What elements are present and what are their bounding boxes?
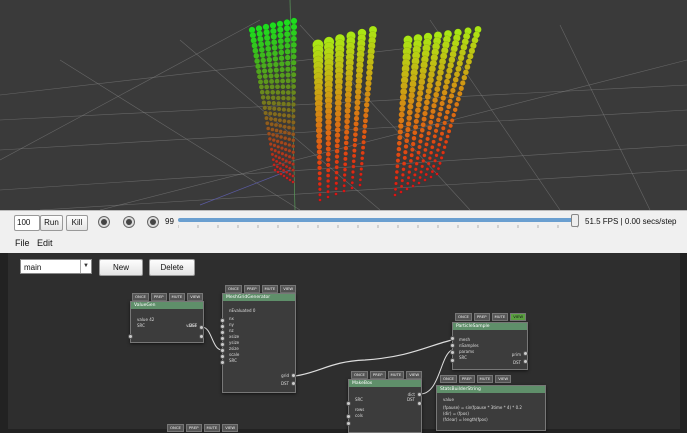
out-dst: DST	[188, 323, 197, 328]
in-value: value	[443, 397, 454, 402]
node3-flags: ONCE PREP MUTE VIEW	[351, 371, 423, 379]
flag-once[interactable]: ONCE	[455, 313, 472, 321]
flag-once[interactable]: ONCE	[167, 424, 184, 432]
flag-view[interactable]: VIEW	[280, 285, 297, 293]
port-in[interactable]	[220, 360, 225, 365]
flag-mute[interactable]: MUTE	[261, 285, 279, 293]
flag-once[interactable]: ONCE	[440, 375, 457, 383]
out-dst: DST	[406, 397, 415, 402]
port-in[interactable]	[220, 342, 225, 347]
port-in-nsamples[interactable]	[450, 343, 455, 348]
port-in-rows[interactable]	[346, 414, 351, 419]
port-in-params[interactable]	[450, 350, 455, 355]
node4-flags: ONCE PREP MUTE VIEW	[455, 313, 527, 321]
flag-mute[interactable]: MUTE	[476, 375, 494, 383]
port-out-dst[interactable]	[417, 401, 422, 406]
node-title: StatsBuilderString	[437, 386, 545, 393]
port-out-value[interactable]	[199, 325, 204, 330]
flag-view[interactable]: VIEW	[187, 293, 204, 301]
node-title: MakeBox	[349, 380, 421, 387]
node5-flags: ONCE PREP MUTE VIEW	[440, 375, 512, 383]
flag-mute[interactable]: MUTE	[491, 313, 509, 321]
flag-prep[interactable]: PREP	[243, 285, 260, 293]
flag-mute[interactable]: MUTE	[168, 293, 186, 301]
port-in-src[interactable]	[128, 334, 133, 339]
node-particle-sample[interactable]: ParticleSample mesh nSamples params SRC …	[452, 322, 528, 370]
port-out-dst[interactable]	[523, 359, 528, 364]
code-line-3: (fclear) = length(fpos)	[443, 417, 488, 422]
port-in[interactable]	[220, 354, 225, 359]
flag-prep[interactable]: PREP	[473, 313, 490, 321]
in-cols: cols	[355, 413, 363, 418]
flag-view[interactable]: VIEW	[222, 424, 239, 432]
flag-mute[interactable]: MUTE	[203, 424, 221, 432]
node-title: ValueGen	[131, 302, 203, 309]
flag-prep[interactable]: PREP	[458, 375, 475, 383]
node-count-row: nEvaluated 0	[229, 308, 256, 313]
node-links	[201, 326, 453, 395]
port-out-grid[interactable]	[291, 373, 296, 378]
port-in[interactable]	[220, 336, 225, 341]
port-in[interactable]	[220, 348, 225, 353]
flag-prep[interactable]: PREP	[369, 371, 386, 379]
flag-mute[interactable]: MUTE	[387, 371, 405, 379]
flag-prep[interactable]: PREP	[185, 424, 202, 432]
node2-flags: ONCE PREP MUTE VIEW	[225, 285, 297, 293]
node-title: ParticleSample	[453, 323, 527, 330]
node-make-box[interactable]: MakeBox dict SRC DST rows cols	[348, 379, 422, 433]
node-value-gen[interactable]: ValueGen value 42 value SRC DST	[130, 301, 204, 343]
flag-once[interactable]: ONCE	[351, 371, 368, 379]
port-in[interactable]	[220, 330, 225, 335]
port-in[interactable]	[220, 324, 225, 329]
flag-view[interactable]: VIEW	[510, 313, 527, 321]
flag-view[interactable]: VIEW	[495, 375, 512, 383]
port-in-src[interactable]	[450, 358, 455, 363]
node-title: MeshGridGenerator	[223, 294, 295, 301]
flag-prep[interactable]: PREP	[150, 293, 167, 301]
port-out-dst[interactable]	[199, 334, 204, 339]
node6-flags: ONCE PREP MUTE VIEW	[167, 424, 239, 432]
port-in-cols[interactable]	[346, 421, 351, 426]
flag-view[interactable]: VIEW	[406, 371, 423, 379]
node1-flags: ONCE PREP MUTE VIEW	[132, 293, 204, 301]
flag-once[interactable]: ONCE	[225, 285, 242, 293]
node-stats-builder-string[interactable]: StatsBuilderString value (fpause) = sin(…	[436, 385, 546, 431]
port-in-src[interactable]	[346, 401, 351, 406]
port-in-mesh[interactable]	[450, 336, 455, 341]
port-out-prim[interactable]	[523, 351, 528, 356]
flag-once[interactable]: ONCE	[132, 293, 149, 301]
in-src: SRC	[229, 358, 237, 363]
port-out-dst[interactable]	[291, 381, 296, 386]
port-in[interactable]	[220, 318, 225, 323]
port-out-dict[interactable]	[417, 392, 422, 397]
node-meshgrid-generator[interactable]: MeshGridGenerator nEvaluated 0 nx ny nz …	[222, 293, 296, 393]
